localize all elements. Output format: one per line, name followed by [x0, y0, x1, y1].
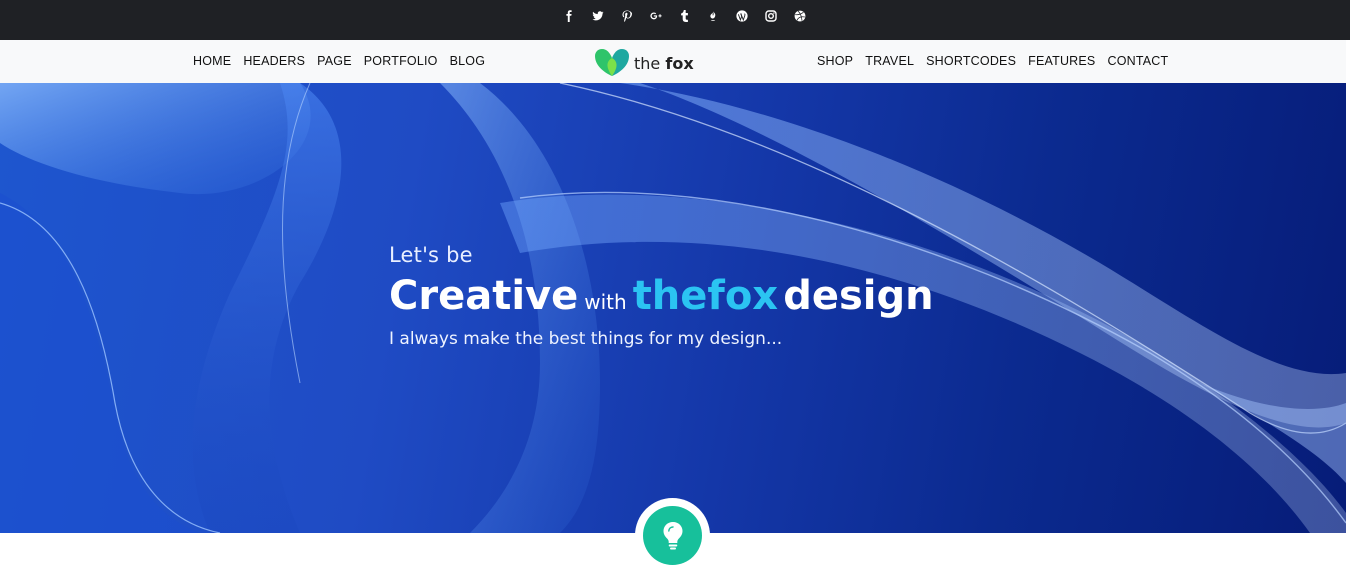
nav-left-menu: HOME HEADERS PAGE PORTFOLIO BLOG — [193, 54, 485, 68]
social-links — [555, 8, 814, 24]
nav-item-home[interactable]: HOME — [193, 54, 231, 68]
nav-item-contact[interactable]: CONTACT — [1107, 54, 1168, 68]
nav-item-page[interactable]: PAGE — [317, 54, 352, 68]
hero-subtitle: I always make the best things for my des… — [389, 329, 783, 349]
lightbulb-icon — [663, 521, 682, 549]
dribbble-icon[interactable] — [785, 8, 814, 24]
foursquare-icon[interactable] — [699, 8, 728, 24]
hero-title: Creative with thefox design — [389, 273, 934, 319]
instagram-icon[interactable] — [757, 8, 786, 24]
scrollbar-gap — [1346, 40, 1350, 581]
feature-badge-circle — [643, 506, 702, 565]
nav-item-features[interactable]: FEATURES — [1028, 54, 1095, 68]
top-bar — [0, 0, 1350, 40]
facebook-icon[interactable] — [555, 8, 584, 24]
hero-title-accent: thefox — [632, 273, 779, 319]
hero-title-with: with — [584, 290, 627, 314]
feature-badge — [635, 498, 710, 573]
logo-leaf-icon — [593, 47, 631, 77]
nav-item-headers[interactable]: HEADERS — [243, 54, 305, 68]
nav-item-shop[interactable]: SHOP — [817, 54, 853, 68]
nav-right-menu: SHOP TRAVEL SHORTCODES FEATURES CONTACT — [817, 54, 1168, 68]
logo-name: fox — [665, 53, 694, 73]
hero-title-design: design — [783, 273, 934, 319]
nav-item-portfolio[interactable]: PORTFOLIO — [364, 54, 438, 68]
twitter-icon[interactable] — [584, 8, 613, 24]
pinterest-icon[interactable] — [613, 8, 642, 24]
logo-prefix: the — [634, 53, 661, 73]
nav-item-shortcodes[interactable]: SHORTCODES — [926, 54, 1016, 68]
logo-text: the fox — [634, 54, 694, 73]
google-plus-icon[interactable] — [641, 8, 670, 24]
hero-copy: Let's be Creative with thefox design I alw… — [389, 243, 934, 349]
wordpress-icon[interactable] — [728, 8, 757, 24]
nav-item-travel[interactable]: TRAVEL — [865, 54, 914, 68]
nav-item-blog[interactable]: BLOG — [450, 54, 486, 68]
tumblr-icon[interactable] — [670, 8, 699, 24]
hero-banner: Let's be Creative with thefox design I alw… — [0, 83, 1346, 533]
hero-title-creative: Creative — [389, 273, 579, 319]
hero-pretitle: Let's be — [389, 243, 473, 267]
site-logo[interactable]: the fox — [593, 47, 694, 77]
